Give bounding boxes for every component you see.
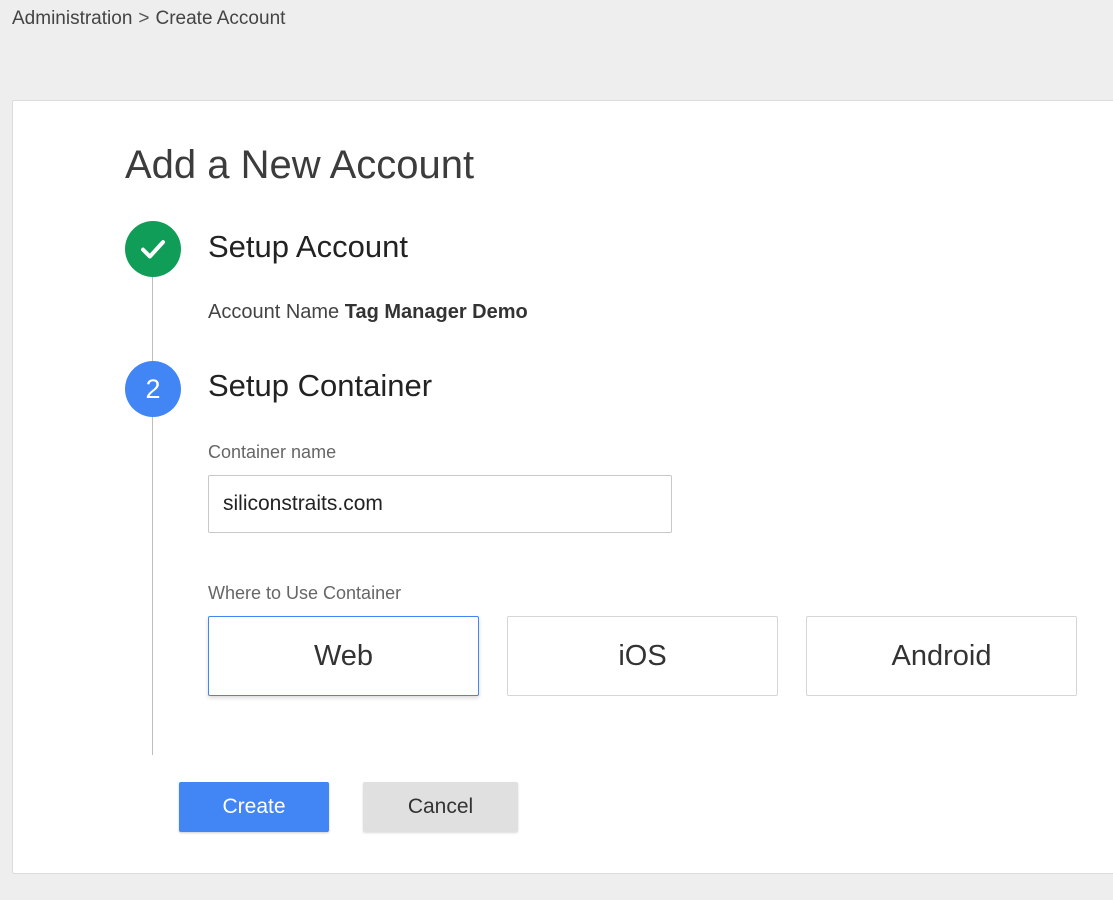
breadcrumb-administration-link[interactable]: Administration [12,8,132,29]
breadcrumb: Administration > Create Account [12,8,285,30]
platform-ios-button[interactable]: iOS [507,616,778,696]
stepper-line [152,269,153,755]
step-setup-account-title: Setup Account [208,229,408,264]
cancel-button[interactable]: Cancel [363,782,518,832]
page-title: Add a New Account [125,143,475,187]
create-button[interactable]: Create [179,782,329,832]
where-to-use-label: Where to Use Container [208,583,402,603]
step-setup-container-title: Setup Container [208,368,433,403]
container-name-input[interactable] [208,475,672,533]
account-name-value: Tag Manager Demo [344,301,528,323]
container-name-label: Container name [208,442,337,462]
account-name-summary: Account Name Tag Manager Demo [208,301,528,324]
step-complete-indicator [125,221,181,277]
account-name-label: Account Name [208,301,340,323]
create-account-card: Add a New Account Setup Account Account … [12,100,1113,874]
platform-web-button[interactable]: Web [208,616,479,696]
step-number-indicator: 2 [125,361,181,417]
platform-android-button[interactable]: Android [806,616,1077,696]
check-icon [141,240,165,259]
breadcrumb-current: Create Account [155,8,286,29]
breadcrumb-separator: > [138,8,150,29]
